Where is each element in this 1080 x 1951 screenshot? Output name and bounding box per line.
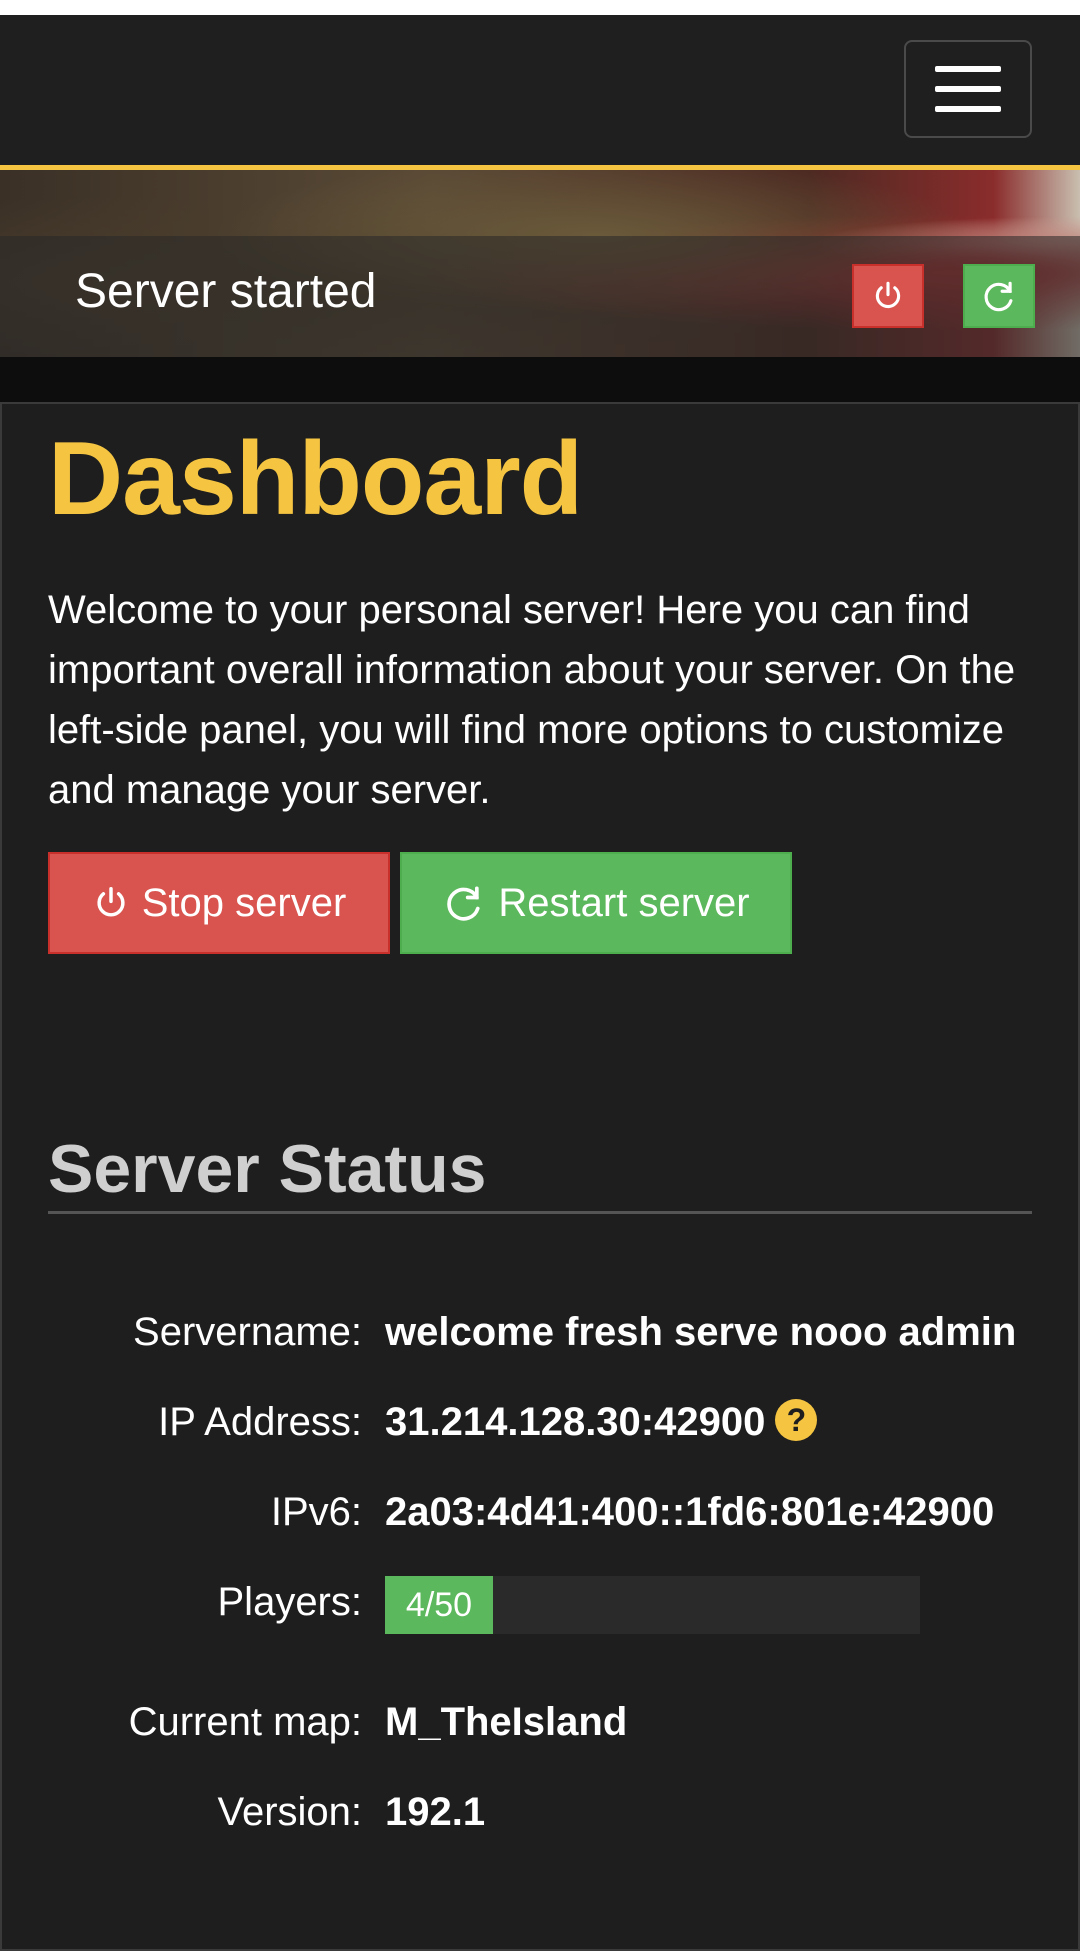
header-banner: Server started [0,170,1080,357]
ip-address-value: 31.214.128.30:42900 [385,1400,766,1444]
ipv6-label: IPv6: [270,1490,362,1534]
quick-restart-button[interactable] [963,264,1035,328]
status-bar-strip [0,0,1080,15]
current-map-value: M_TheIsland [385,1700,628,1744]
version-value: 192.1 [385,1790,486,1834]
restart-server-label: Restart server [498,880,750,925]
refresh-icon [447,886,480,921]
restart-server-button[interactable]: Restart server [400,852,792,954]
hamburger-line [935,86,1001,92]
refresh-icon [984,281,1013,312]
servername-value: welcome fresh serve nooo admin [385,1310,1017,1354]
servername-label: Servername: [133,1310,362,1354]
stop-server-button[interactable]: Stop server [48,852,390,954]
page-title: Dashboard [48,421,583,537]
players-progress-bar: 4/50 [385,1576,920,1634]
heading-divider [48,1211,1032,1214]
power-icon [875,281,901,309]
current-map-label: Current map: [128,1700,362,1744]
ip-address-row: 31.214.128.30:42900? [385,1399,818,1445]
server-status-heading: Server Status [48,1131,487,1207]
ip-address-label: IP Address: [158,1400,362,1444]
version-label: Version: [217,1790,362,1834]
players-label: Players: [217,1580,363,1624]
hamburger-menu-icon[interactable] [904,40,1032,138]
server-status-text: Server started [75,265,377,318]
players-progress-fill: 4/50 [385,1576,493,1634]
hamburger-line [935,66,1001,72]
stop-server-label: Stop server [141,880,347,925]
question-icon[interactable]: ? [775,1399,818,1442]
players-count: 4/50 [405,1585,473,1624]
intro-text: Welcome to your personal server! Here yo… [48,588,1016,812]
divider-band [0,357,1080,402]
hamburger-line [935,106,1001,112]
ipv6-value: 2a03:4d41:400::1fd6:801e:42900 [385,1490,995,1534]
power-icon [97,887,125,917]
quick-stop-button[interactable] [852,264,924,328]
navbar [0,15,1080,170]
